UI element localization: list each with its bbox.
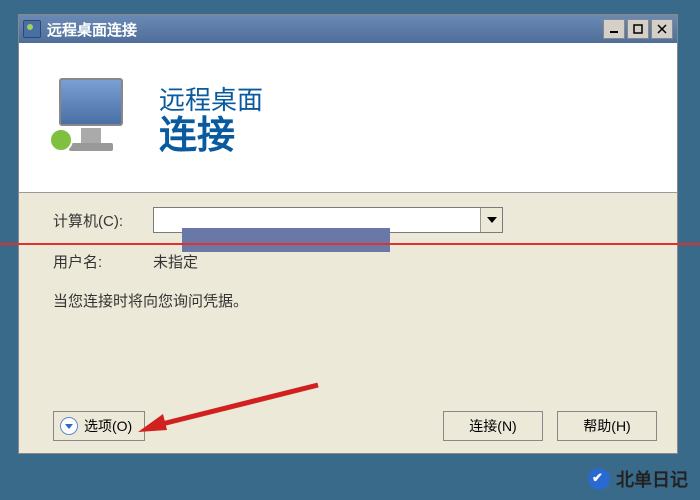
annotation-line [0,243,700,245]
connect-button[interactable]: 连接(N) [443,411,543,441]
help-button[interactable]: 帮助(H) [557,411,657,441]
window-controls [601,19,673,39]
header-line1: 远程桌面 [159,80,263,117]
footer: 选项(O) 连接(N) 帮助(H) [53,411,657,441]
maximize-button[interactable] [627,19,649,39]
header-line2: 连接 [159,117,263,155]
body: 计算机(C): 用户名: 未指定 当您连接时将向您询问凭据。 [19,193,677,311]
watermark-icon [588,468,610,490]
rdc-icon [49,73,139,163]
options-button[interactable]: 选项(O) [53,411,145,441]
watermark: 北单日记 [588,466,688,492]
username-label: 用户名: [53,251,153,272]
titlebar[interactable]: 远程桌面连接 [19,15,677,43]
username-value: 未指定 [153,251,198,272]
credential-info: 当您连接时将向您询问凭据。 [53,290,643,311]
window-title: 远程桌面连接 [47,19,601,40]
header-text: 远程桌面 连接 [159,80,263,155]
header-banner: 远程桌面 连接 [19,43,677,193]
chevron-down-icon [60,417,78,435]
app-icon [23,20,41,38]
redaction-overlay [182,228,390,252]
dropdown-button[interactable] [480,208,502,232]
watermark-text: 北单日记 [616,466,688,492]
username-row: 用户名: 未指定 [53,251,643,272]
computer-label: 计算机(C): [53,210,153,231]
options-label: 选项(O) [84,416,132,436]
close-button[interactable] [651,19,673,39]
minimize-button[interactable] [603,19,625,39]
